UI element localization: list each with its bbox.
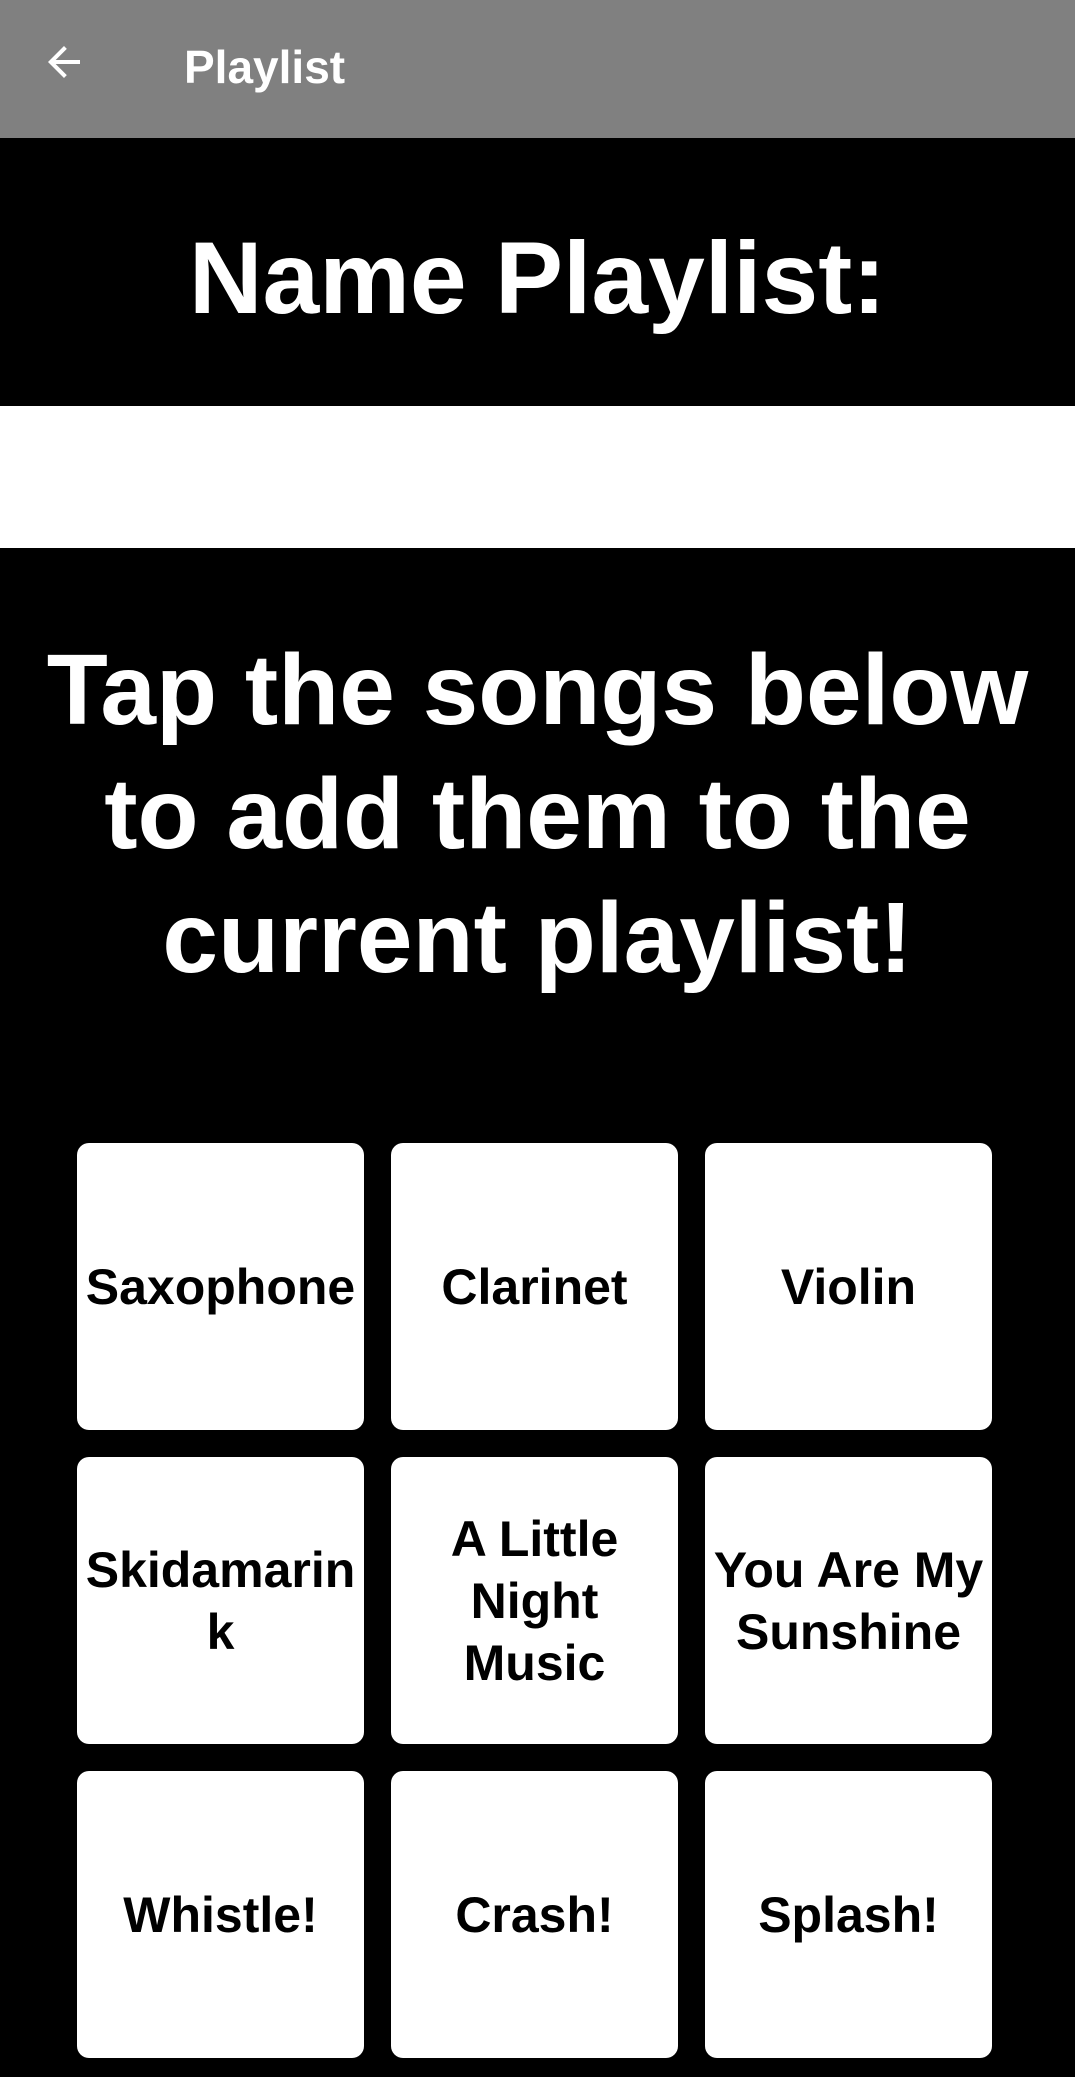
- song-tile-crash[interactable]: Crash!: [391, 1771, 678, 2058]
- song-label: Skidamarink: [85, 1541, 356, 1660]
- song-tile-skidamarink[interactable]: Skidamarink: [77, 1457, 364, 1744]
- back-button[interactable]: [28, 26, 100, 98]
- name-playlist-label: Name Playlist:: [188, 221, 887, 335]
- song-tile-splash[interactable]: Splash!: [705, 1771, 992, 2058]
- song-label: Saxophone: [85, 1258, 356, 1315]
- song-label: Clarinet: [441, 1258, 628, 1315]
- song-label: Violin: [780, 1258, 917, 1315]
- playlist-name-input[interactable]: [0, 406, 1075, 548]
- song-tile-you-are-my-sunshine[interactable]: You Are My Sunshine: [705, 1457, 992, 1744]
- arrow-left-icon: [48, 46, 80, 78]
- name-playlist-section: Name Playlist:: [0, 138, 1075, 406]
- song-tile-whistle[interactable]: Whistle!: [77, 1771, 364, 2058]
- song-tile-a-little-night-music[interactable]: A Little Night Music: [391, 1457, 678, 1744]
- song-label: You Are My Sunshine: [713, 1541, 984, 1660]
- song-tile-violin[interactable]: Violin: [705, 1143, 992, 1430]
- song-tile-clarinet[interactable]: Clarinet: [391, 1143, 678, 1430]
- app-bar: Playlist: [0, 0, 1075, 138]
- song-label: Crash!: [455, 1886, 614, 1943]
- song-label: Whistle!: [123, 1886, 318, 1943]
- song-tile-saxophone[interactable]: Saxophone: [77, 1143, 364, 1430]
- app-bar-title: Playlist: [184, 41, 346, 93]
- song-label: Splash!: [758, 1886, 939, 1943]
- instructions-text: Tap the songs below to add them to the c…: [46, 634, 1029, 994]
- song-label: A Little Night Music: [450, 1510, 619, 1691]
- song-grid: Saxophone Clarinet Violin Skidamarink A …: [77, 1143, 995, 2058]
